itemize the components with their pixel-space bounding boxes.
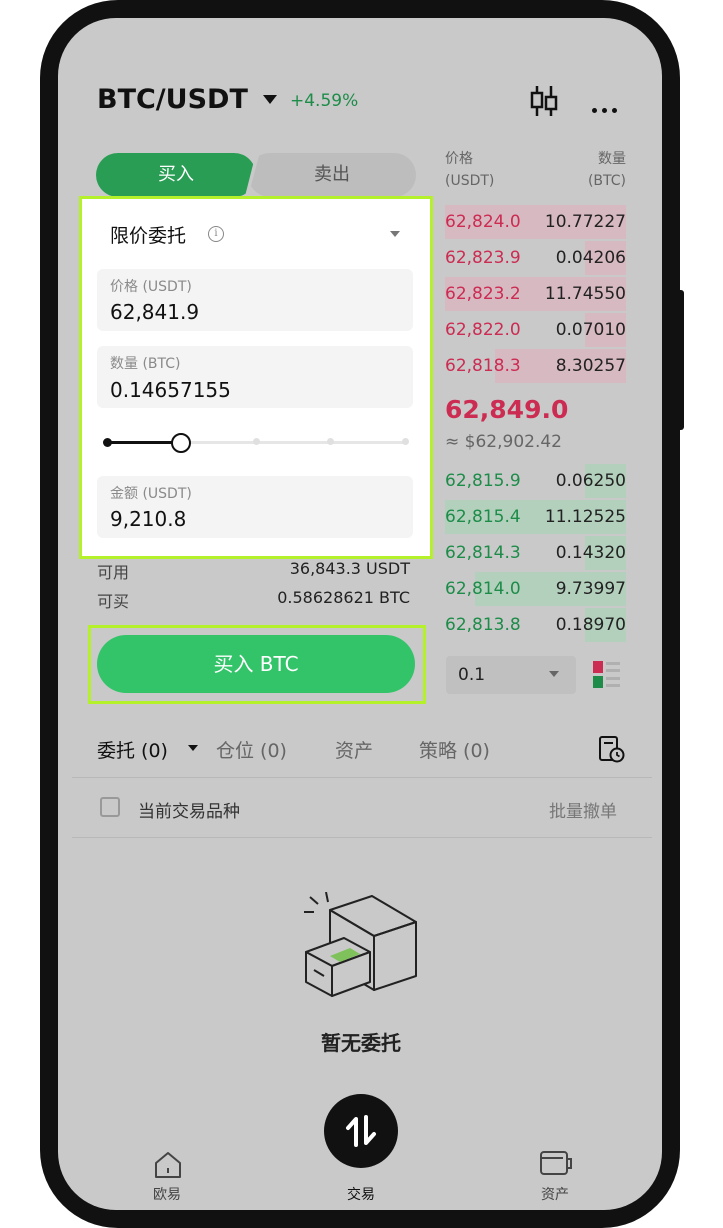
bid-qty[interactable]: 0.14320 [530,543,626,563]
bid-price[interactable]: 62,814.0 [445,579,521,599]
ask-qty[interactable]: 11.74550 [530,284,626,304]
ask-price[interactable]: 62,824.0 [445,212,521,232]
tab-orders[interactable]: 委托 (0) [97,736,168,763]
slider-start[interactable] [103,438,112,447]
ask-price[interactable]: 62,823.2 [445,284,521,304]
pair-title[interactable]: BTC/USDT [97,84,248,115]
slider-step[interactable] [253,438,260,445]
amount-label: 数量 (BTC) [110,356,181,372]
slider-step[interactable] [402,438,409,445]
ask-qty[interactable]: 10.77227 [530,212,626,232]
nav-label-okx[interactable]: 欧易 [137,1184,197,1204]
divider [72,837,652,838]
empty-drawer-icon [304,892,417,997]
price-change: +4.59% [290,91,359,111]
total-label: 金额 (USDT) [110,486,192,502]
price-header-unit: (USDT) [445,173,495,189]
amount-input[interactable]: 0.14657155 [110,378,231,402]
phone-side-button [676,290,684,430]
order-history-icon[interactable] [598,734,626,764]
last-price-usd: ≈ $62,902.42 [445,432,562,452]
bid-price[interactable]: 62,815.4 [445,507,521,527]
orderbook-price-header: 价格 (USDT) [445,148,494,192]
ask-price[interactable]: 62,822.0 [445,320,521,340]
slider-thumb[interactable] [171,433,191,453]
chevron-down-icon[interactable] [549,671,559,677]
tab-strategies[interactable]: 策略 (0) [419,736,490,763]
wallet-icon[interactable] [539,1148,573,1178]
home-icon[interactable] [152,1150,184,1180]
tab-sell[interactable]: 卖出 [248,153,416,197]
info-icon[interactable]: i [208,226,224,242]
bid-qty[interactable]: 0.18970 [530,615,626,635]
price-label: 价格 (USDT) [110,279,192,295]
chevron-down-icon[interactable] [263,95,277,104]
ask-price[interactable]: 62,818.3 [445,356,521,376]
chevron-down-icon[interactable] [188,745,198,751]
bid-price[interactable]: 62,814.3 [445,543,521,563]
current-pair-label: 当前交易品种 [138,802,240,822]
qty-header-unit: (BTC) [587,173,626,189]
ask-qty[interactable]: 0.07010 [530,320,626,340]
qty-header-label: 数量 [598,151,626,167]
ask-qty[interactable]: 0.04206 [530,248,626,268]
available-label: 可用 [97,563,130,582]
tab-positions[interactable]: 仓位 (0) [216,736,287,763]
price-header-label: 价格 [445,151,473,167]
layout-icon[interactable] [592,660,622,690]
buy-btc-button[interactable]: 买入 BTC [97,635,415,693]
tab-assets[interactable]: 资产 [335,736,373,763]
ask-price[interactable]: 62,823.9 [445,248,521,268]
slider-step[interactable] [327,438,334,445]
order-type-select[interactable]: 限价委托 [110,221,186,248]
divider [72,777,652,778]
tab-buy[interactable]: 买入 [96,153,256,197]
chevron-down-icon[interactable] [390,231,400,237]
bid-qty[interactable]: 11.12525 [530,507,626,527]
depth-value: 0.1 [458,665,486,685]
nav-label-trade[interactable]: 交易 [331,1184,391,1204]
total-input[interactable]: 9,210.8 [110,507,186,531]
candlestick-chart-icon[interactable] [528,84,560,118]
buyable-value: 0.58628621 BTC [277,588,410,607]
empty-orders-text: 暂无委托 [321,1031,401,1055]
screen: BTC/USDT +4.59% 卖出 买入 限价委托 i 价格 (USDT) 6… [58,18,662,1210]
bid-qty[interactable]: 0.06250 [530,471,626,491]
current-pair-checkbox[interactable] [100,797,120,817]
nav-label-assets[interactable]: 资产 [525,1184,585,1204]
orderbook-qty-header: 数量 (BTC) [540,148,626,192]
slider-fill [107,441,181,444]
ask-qty[interactable]: 8.30257 [530,356,626,376]
more-icon[interactable] [592,98,622,117]
buyable-label: 可买 [97,592,130,611]
available-value: 36,843.3 USDT [289,559,410,578]
last-price[interactable]: 62,849.0 [445,395,568,424]
price-input[interactable]: 62,841.9 [110,300,199,324]
bid-price[interactable]: 62,815.9 [445,471,521,491]
swap-icon[interactable] [342,1111,380,1151]
cancel-all-button[interactable]: 批量撤单 [549,797,617,822]
bid-price[interactable]: 62,813.8 [445,615,521,635]
bid-qty[interactable]: 9.73997 [530,579,626,599]
